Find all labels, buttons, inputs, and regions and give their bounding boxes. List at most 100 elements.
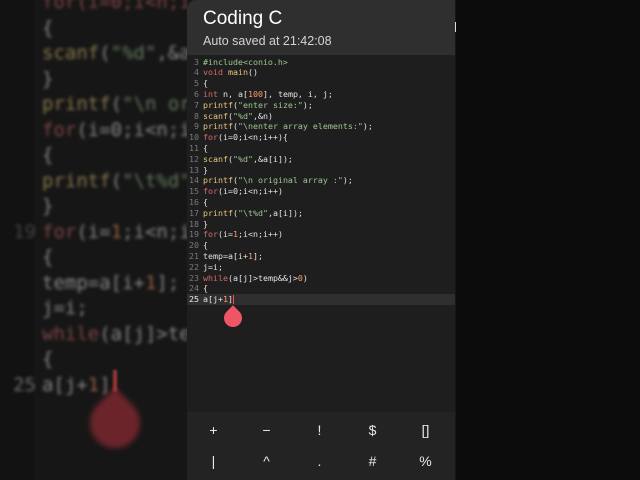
code-token: ]; bbox=[156, 271, 180, 294]
code-token: ,a[i]); bbox=[267, 207, 303, 218]
code-editor[interactable]: 3 #include<conio.h> 4 void main() 5{6 int n, … bbox=[187, 55, 455, 412]
app-title: Coding C bbox=[203, 8, 283, 29]
key-exclaim[interactable]: ! bbox=[293, 415, 346, 445]
code-token: printf bbox=[203, 121, 233, 132]
code-token: int bbox=[203, 88, 223, 99]
code-token: ( bbox=[110, 169, 123, 192]
code-token: "%d" bbox=[232, 153, 253, 164]
code-token: ;i<n;i++) bbox=[238, 229, 283, 240]
code-token: ); bbox=[342, 175, 353, 186]
code-token: printf bbox=[42, 169, 111, 192]
code-token: for bbox=[42, 220, 77, 243]
code-token: { bbox=[203, 240, 208, 251]
key-minus[interactable]: − bbox=[240, 415, 293, 445]
background-code-line: } bbox=[0, 193, 53, 219]
background-code-line: { bbox=[0, 346, 53, 372]
line-number: 18 bbox=[189, 218, 199, 229]
code-token: void bbox=[203, 67, 228, 78]
code-token: main bbox=[227, 67, 248, 78]
background-code-line: { bbox=[0, 244, 53, 270]
key-percent[interactable]: % bbox=[399, 446, 452, 476]
line-number: 25 bbox=[189, 294, 199, 305]
code-token: "\t%d" bbox=[237, 207, 268, 218]
code-token: (i= bbox=[76, 220, 111, 243]
line-number: 22 bbox=[189, 261, 199, 272]
code-token: { bbox=[203, 142, 208, 153]
code-token: ( bbox=[99, 42, 111, 64]
code-line: 11 { bbox=[187, 143, 455, 154]
code-token: ,&n) bbox=[252, 110, 273, 121]
code-line: 17 printf("\t%d",a[i]); bbox=[187, 208, 455, 219]
code-token: ); bbox=[362, 121, 373, 132]
code-line: 7 printf("enter size:"); bbox=[187, 100, 455, 111]
key-dot[interactable]: . bbox=[293, 446, 346, 476]
code-token: scanf bbox=[42, 42, 100, 64]
line-number: 7 bbox=[194, 99, 199, 110]
line-number: 11 bbox=[189, 142, 199, 153]
line-number: 19 bbox=[189, 229, 199, 240]
key-pipe[interactable]: | bbox=[187, 446, 240, 476]
code-token: while bbox=[203, 272, 228, 283]
line-number: 23 bbox=[189, 272, 199, 283]
line-number: 3 bbox=[194, 56, 199, 67]
code-token: printf bbox=[203, 99, 233, 110]
code-token: j=i; bbox=[42, 297, 88, 319]
code-token: (a[j]>temp&&j> bbox=[227, 272, 298, 283]
code-token: } bbox=[203, 218, 208, 229]
line-number: 25 bbox=[13, 373, 36, 396]
code-line: 10 for(i=0;i<n;i++){ bbox=[187, 132, 455, 143]
code-token: temp=a[i+ bbox=[203, 250, 248, 261]
key-brackets[interactable]: [] bbox=[399, 415, 452, 445]
code-token: "\t%d" bbox=[122, 169, 191, 192]
key-caret[interactable]: ^ bbox=[240, 446, 293, 476]
line-number: 9 bbox=[194, 121, 199, 132]
code-token: "\n original array :" bbox=[237, 175, 343, 186]
code-line: 22 j=i; bbox=[187, 262, 455, 273]
code-token: ); bbox=[302, 99, 313, 110]
app-bar: Coding C Auto saved at 21:42:08 bbox=[187, 0, 455, 55]
code-token: "\nenter array elements:" bbox=[237, 121, 363, 132]
key-dollar[interactable]: $ bbox=[346, 415, 399, 445]
code-line: 23 while(a[j]>temp&&j>0) bbox=[187, 273, 455, 284]
line-number: 15 bbox=[189, 186, 199, 197]
code-token: { bbox=[42, 16, 54, 39]
code-token: { bbox=[203, 196, 208, 207]
line-number: 17 bbox=[189, 207, 199, 218]
background-code-line: 25 a[j+1] bbox=[0, 372, 111, 398]
line-number: 10 bbox=[189, 132, 199, 143]
key-hash[interactable]: # bbox=[346, 446, 399, 476]
code-token: ,&a[i]); bbox=[252, 153, 293, 164]
code-line: 4 void main() bbox=[187, 67, 455, 78]
background-code-line: } bbox=[0, 66, 53, 92]
code-token: "%d" bbox=[232, 110, 253, 121]
code-line: 21 temp=a[i+1]; bbox=[187, 251, 455, 262]
code-token: a[j+ bbox=[203, 294, 223, 305]
code-token: for bbox=[203, 229, 218, 240]
code-line: 15 for(i=0;i<n;i++) bbox=[187, 186, 455, 197]
code-token: 1 bbox=[87, 373, 100, 396]
line-number: 20 bbox=[189, 240, 199, 251]
code-token: #include<conio.h> bbox=[203, 56, 288, 67]
code-line: 19 for(i=1;i<n;i++) bbox=[187, 229, 455, 240]
code-token: { bbox=[203, 283, 208, 294]
code-line: 14 printf("\n original array :"); bbox=[187, 175, 455, 186]
background-cursor-handle bbox=[79, 387, 151, 459]
code-token: } bbox=[42, 195, 54, 217]
code-token: scanf bbox=[203, 110, 228, 121]
code-token: } bbox=[203, 164, 208, 175]
code-token: { bbox=[42, 348, 54, 370]
background-code-line: { bbox=[0, 15, 53, 41]
code-line: 24 { bbox=[187, 283, 455, 294]
code-token: { bbox=[203, 78, 208, 89]
key-plus[interactable]: + bbox=[187, 415, 240, 445]
code-token: for bbox=[42, 118, 77, 141]
code-line: 5{ bbox=[187, 78, 455, 89]
background-code-line: { bbox=[0, 142, 53, 168]
code-line: 12 scanf("%d",&a[i]); bbox=[187, 154, 455, 165]
code-token: n, a[ bbox=[222, 88, 248, 99]
code-token: { bbox=[42, 246, 54, 268]
code-line: 9 printf("\nenter array elements:"); bbox=[187, 121, 455, 132]
code-line: 13} bbox=[187, 165, 455, 176]
code-token: printf bbox=[203, 207, 233, 218]
code-token: 100 bbox=[247, 88, 263, 99]
